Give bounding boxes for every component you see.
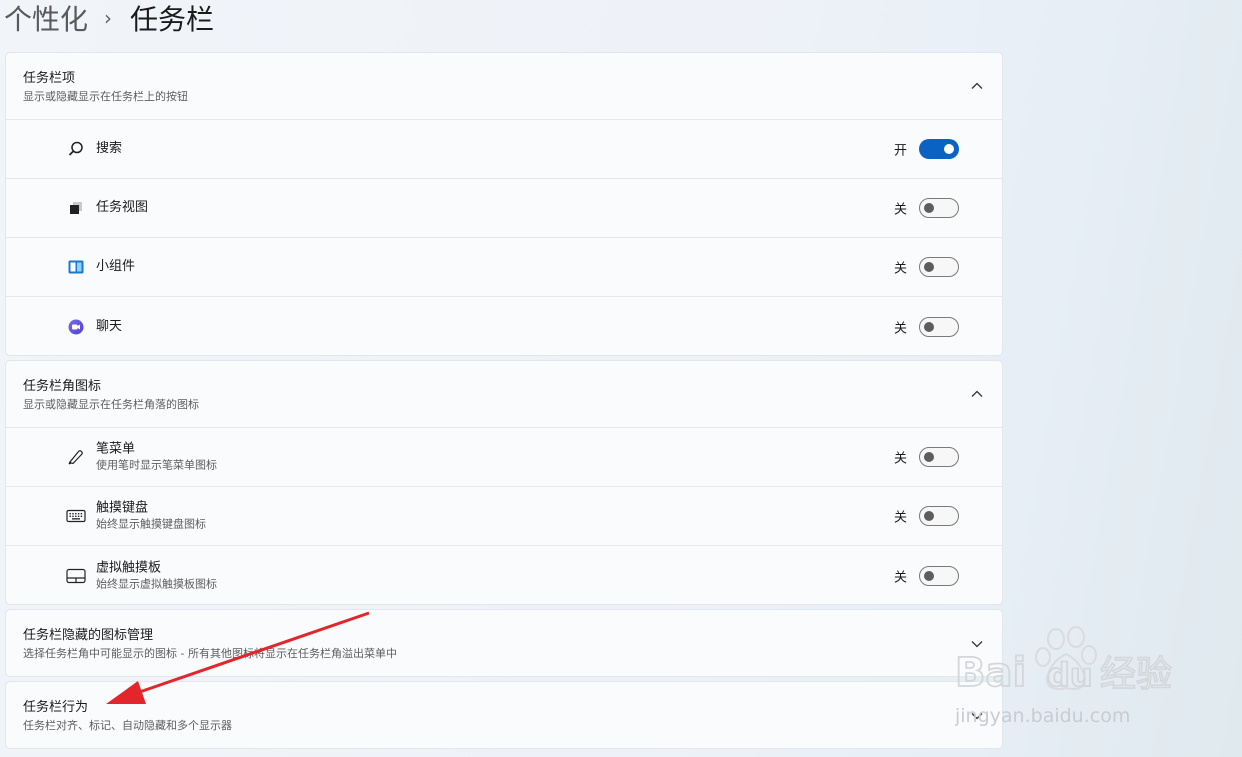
watermark-cn: 经验 [1100,654,1172,695]
taskbar-items-section: 任务栏项 显示或隐藏显示在任务栏上的按钮 搜索 开 任务视图 关 小组件 关 聊… [5,52,1003,356]
section-title: 任务栏项 [23,71,76,86]
setting-description: 始终显示触摸键盘图标 [96,517,206,531]
hidden-icons-header[interactable]: 任务栏隐藏的图标管理 选择任务栏角中可能显示的图标 - 所有其他图标将显示在任务… [6,610,1002,676]
setting-row-virtual-touchpad: 虚拟触摸板 始终显示虚拟触摸板图标 关 [6,546,1002,604]
toggle-state-text: 关 [893,321,907,336]
setting-row-search: 搜索 开 [6,120,1002,179]
search-toggle[interactable] [919,139,959,159]
toggle-state-text: 关 [893,510,907,526]
watermark-brand: Bai [955,650,1026,696]
setting-label: 笔菜单 [96,441,136,457]
behaviors-section[interactable]: 任务栏行为 任务栏对齐、标记、自动隐藏和多个显示器 [5,681,1003,749]
section-title: 任务栏隐藏的图标管理 [23,628,154,643]
setting-description: 使用笔时显示笔菜单图标 [96,458,217,472]
setting-row-chat: 聊天 关 [6,297,1002,355]
chat-icon [68,319,84,334]
breadcrumb-parent[interactable]: 个性化 [4,0,88,38]
task-view-toggle[interactable] [919,198,959,218]
virtual-touchpad-toggle[interactable] [919,565,959,586]
setting-label: 任务视图 [96,200,149,215]
watermark-brand2: du [1047,656,1093,694]
taskbar-items-header[interactable]: 任务栏项 显示或隐藏显示在任务栏上的按钮 [6,53,1002,120]
corner-icons-section: 任务栏角图标 显示或隐藏显示在任务栏角落的图标 笔菜单 使用笔时显示笔菜单图标 … [5,360,1003,605]
chevron-up-icon[interactable] [970,387,984,401]
setting-label: 虚拟触摸板 [96,560,162,575]
setting-row-touch-keyboard: 触摸键盘 始终显示触摸键盘图标 关 [6,487,1002,546]
pen-icon [68,450,83,465]
toggle-state-text: 关 [893,202,907,218]
toggle-state-text: 关 [893,451,907,467]
chat-toggle[interactable] [919,316,959,337]
setting-label: 聊天 [96,318,123,334]
section-title: 任务栏角图标 [23,379,102,394]
touchpad-icon [66,568,86,583]
section-subtitle: 显示或隐藏显示在任务栏上的按钮 [23,90,188,103]
breadcrumb: 个性化 › 任务栏 [4,0,214,36]
toggle-state-text: 关 [893,261,907,277]
hidden-icons-section[interactable]: 任务栏隐藏的图标管理 选择任务栏角中可能显示的图标 - 所有其他图标将显示在任务… [5,609,1003,677]
setting-description: 始终显示虚拟触摸板图标 [96,577,217,590]
setting-row-pen-menu: 笔菜单 使用笔时显示笔菜单图标 关 [6,428,1002,487]
section-title: 任务栏行为 [23,700,89,715]
page-title: 任务栏 [130,3,215,36]
baidu-jingyan-watermark: Bai du 经验 jingyan.baidu.com [955,626,1173,727]
setting-label: 小组件 [96,259,136,274]
setting-label: 搜索 [96,141,123,156]
search-icon [68,141,83,156]
watermark-url: jingyan.baidu.com [955,705,1130,727]
keyboard-icon [66,509,86,523]
touch-keyboard-toggle[interactable] [919,506,959,526]
task-view-icon [70,202,82,214]
widgets-toggle[interactable] [919,257,959,277]
section-subtitle: 任务栏对齐、标记、自动隐藏和多个显示器 [23,719,232,732]
toggle-state-text: 开 [893,143,907,159]
setting-label: 触摸键盘 [96,500,149,516]
section-subtitle: 选择任务栏角中可能显示的图标 - 所有其他图标将显示在任务栏角溢出菜单中 [23,647,397,660]
widgets-icon [68,260,84,274]
pen-menu-toggle[interactable] [919,447,959,467]
setting-row-widgets: 小组件 关 [6,238,1002,297]
behaviors-header[interactable]: 任务栏行为 任务栏对齐、标记、自动隐藏和多个显示器 [6,682,1002,748]
section-subtitle: 显示或隐藏显示在任务栏角落的图标 [23,398,199,411]
toggle-state-text: 关 [893,570,907,585]
breadcrumb-separator: › [104,6,113,30]
chevron-up-icon[interactable] [970,79,984,93]
setting-row-task-view: 任务视图 关 [6,179,1002,238]
corner-icons-header[interactable]: 任务栏角图标 显示或隐藏显示在任务栏角落的图标 [6,361,1002,428]
